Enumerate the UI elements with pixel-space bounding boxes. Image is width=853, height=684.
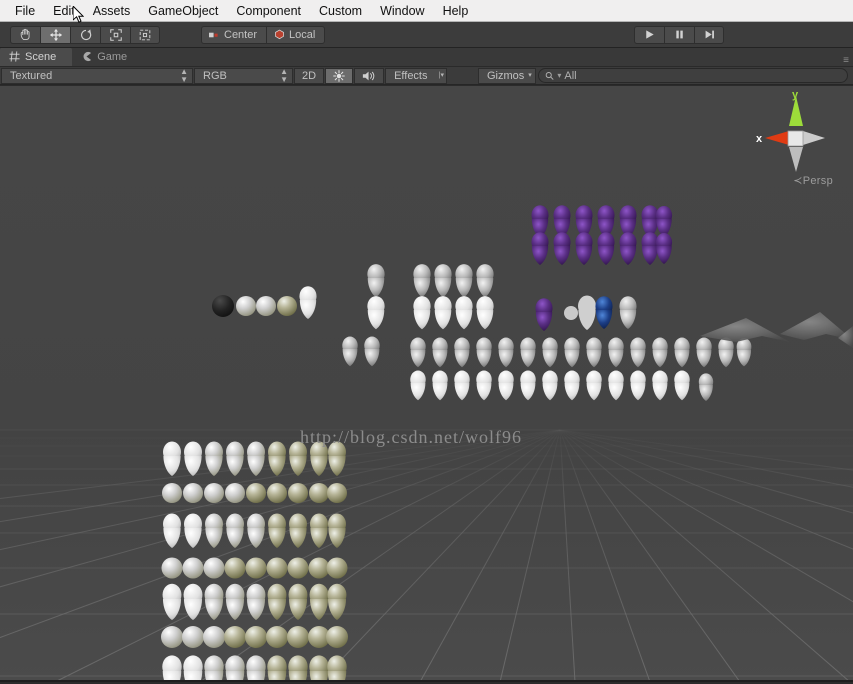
move-tool-button[interactable] [40, 25, 70, 44]
hand-icon [20, 28, 29, 40]
pivot-mode-button[interactable]: Center [201, 25, 267, 44]
tab-game-label: Game [97, 50, 128, 63]
move-icon [49, 28, 62, 41]
gizmo-axis-negx-cone[interactable] [803, 131, 825, 145]
gizmo-axis-x-label: x [756, 133, 763, 145]
play-button[interactable] [634, 25, 664, 44]
center-pivot-icon [209, 32, 218, 37]
draw-mode-dropdown[interactable]: Textured ▲ ▼ [1, 66, 193, 84]
chevron-updown-icon: ▲ ▼ [280, 66, 288, 84]
play-icon [646, 30, 654, 39]
rect-icon [139, 29, 151, 40]
chevron-down-icon: ▾ [528, 72, 532, 79]
playback-button-group [634, 25, 724, 44]
toggle-2d-label: 2D [302, 69, 317, 82]
effects-dropdown[interactable]: Effects |▾ [385, 67, 448, 84]
menu-item-gameobject[interactable]: GameObject [139, 1, 227, 21]
transform-tool-group [10, 25, 160, 44]
watermark-text: http://blog.csdn.net/wolf96 [300, 427, 522, 447]
rotate-tool-button[interactable] [70, 25, 100, 44]
scene-view-toolbar: Textured ▲ ▼ RGB ▲ ▼ 2D Effects |▾ Gizmo… [0, 67, 853, 85]
toggle-2d-button[interactable]: 2D [294, 67, 325, 84]
pause-icon [676, 30, 683, 39]
menu-item-file[interactable]: File [6, 1, 44, 21]
panel-menu-icon[interactable]: ≡ [843, 55, 853, 66]
toggle-lighting-button[interactable] [325, 67, 354, 84]
gizmo-axis-x-cone[interactable] [765, 131, 789, 145]
toggle-audio-button[interactable] [354, 67, 385, 84]
scene-search-field[interactable]: ▾ [538, 68, 848, 83]
menu-item-edit[interactable]: Edit [44, 1, 84, 21]
menu-item-assets[interactable]: Assets [84, 1, 140, 21]
step-button[interactable] [694, 25, 724, 44]
gizmos-label: Gizmos [487, 70, 525, 82]
menu-bar: File Edit Assets GameObject Component Cu… [0, 0, 853, 22]
menu-item-help[interactable]: Help [434, 1, 478, 21]
chevron-updown-icon: ▲ ▼ [180, 66, 188, 84]
scale-icon [109, 28, 122, 41]
game-pacman-icon [81, 51, 92, 62]
pivot-mode-label: Center [224, 28, 258, 41]
scale-tool-button[interactable] [100, 25, 130, 44]
main-toolbar: Center Local [0, 22, 853, 48]
unity-editor-window: File Edit Assets GameObject Component Cu… [0, 0, 853, 684]
chevron-down-icon: |▾ [438, 71, 445, 79]
panel-tab-bar: Scene Game ≡ [0, 47, 853, 67]
gizmos-dropdown[interactable]: Gizmos ▾ [478, 68, 536, 84]
pivot-rotation-label: Local [289, 28, 316, 41]
menu-item-window[interactable]: Window [371, 1, 433, 21]
effects-label: Effects [394, 69, 428, 82]
pivot-rotation-button[interactable]: Local [266, 25, 326, 44]
search-input[interactable] [564, 69, 841, 82]
local-rotation-icon [275, 29, 284, 40]
step-icon [705, 30, 714, 39]
draw-mode-label: Textured [10, 69, 53, 82]
scene-grid-icon [9, 51, 20, 62]
rect-tool-button[interactable] [130, 25, 160, 44]
scene-viewport[interactable]: http://blog.csdn.net/wolf96 y x ≺Persp [0, 86, 853, 682]
rotate-icon [80, 28, 91, 40]
pause-button[interactable] [664, 25, 694, 44]
scene-ground-grid [0, 86, 853, 682]
viewport-bottom-border [0, 680, 853, 682]
speaker-icon [362, 71, 375, 80]
menu-item-custom[interactable]: Custom [310, 1, 371, 21]
gizmo-axis-y-label: y [792, 90, 799, 101]
search-icon [545, 71, 554, 80]
tab-scene[interactable]: Scene [0, 47, 73, 66]
menu-item-component[interactable]: Component [227, 1, 310, 21]
gizmos-dropdown-wrap: Gizmos ▾ [478, 68, 536, 84]
pivot-button-group: Center Local [201, 25, 326, 44]
color-mode-dropdown[interactable]: RGB ▲ ▼ [194, 66, 293, 84]
tab-scene-label: Scene [25, 50, 57, 63]
projection-mode-text: Persp [802, 175, 833, 187]
tab-game[interactable]: Game [72, 47, 143, 66]
search-dropdown-arrow-icon[interactable]: ▾ [557, 71, 561, 80]
projection-mode-label[interactable]: ≺Persp [793, 174, 833, 187]
gizmo-center-cube[interactable] [787, 130, 804, 147]
projection-arrow-icon: ≺ [793, 175, 803, 187]
color-mode-label: RGB [203, 69, 227, 82]
gizmo-axis-negy-cone[interactable] [789, 147, 803, 172]
hand-tool-button[interactable] [10, 25, 40, 44]
sun-icon [333, 69, 345, 82]
